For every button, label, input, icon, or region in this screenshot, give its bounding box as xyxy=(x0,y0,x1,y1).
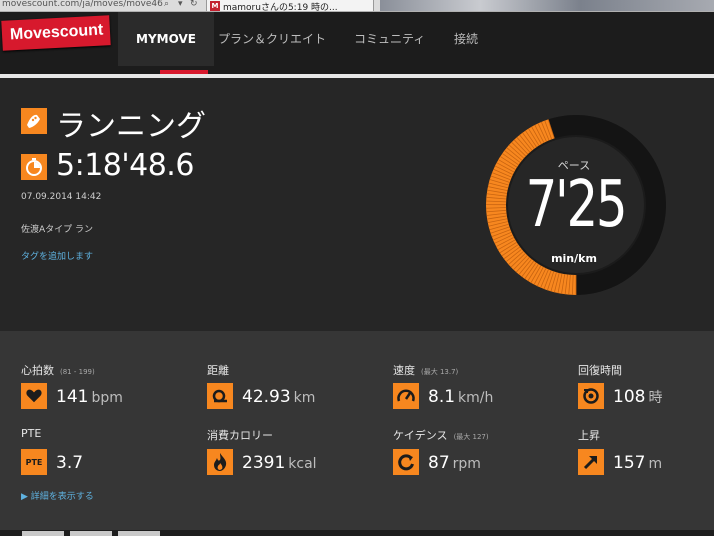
bottom-strip xyxy=(0,530,714,536)
tab-title: mamoruさんの5:19 時の... xyxy=(223,3,338,12)
stat-label-heart-rate: 心拍数 (81 - 199) xyxy=(21,364,95,377)
address-bar[interactable]: movescount.com/ja/moves/move46 xyxy=(2,0,163,9)
stat-value-recovery: 108 時 xyxy=(613,387,663,407)
running-shoe-icon xyxy=(21,108,47,134)
nav-community[interactable]: コミュニティ xyxy=(354,12,425,66)
stat-label-speed: 速度 (最大 13.7) xyxy=(393,364,459,377)
top-nav: Movescount MYMOVE プラン＆クリエイト コミュニティ 接続 xyxy=(0,12,714,74)
stat-value-heart-rate: 141 bpm xyxy=(56,387,123,407)
heart-icon xyxy=(21,383,47,409)
browser-background xyxy=(380,0,714,11)
move-location: 佐渡Aタイプ ラン xyxy=(21,225,94,235)
pte-icon: PTE xyxy=(21,449,47,475)
pace-unit: min/km xyxy=(551,252,597,265)
flame-icon xyxy=(207,449,233,475)
stopwatch-icon xyxy=(21,154,47,180)
browser-tab[interactable]: M mamoruさんの5:19 時の... xyxy=(206,0,374,12)
movescount-logo[interactable]: Movescount xyxy=(1,15,111,51)
speedometer-icon xyxy=(393,383,419,409)
stat-label-recovery: 回復時間 xyxy=(578,364,622,377)
stat-label-cadence: ケイデンス (最大 127) xyxy=(393,429,489,442)
stat-label-ascent: 上昇 xyxy=(578,429,600,442)
bottom-tab[interactable] xyxy=(118,531,160,536)
bottom-tab[interactable] xyxy=(22,531,64,536)
ascent-arrow-icon xyxy=(578,449,604,475)
stat-value-pte: 3.7 xyxy=(56,453,84,473)
nav-plan-create[interactable]: プラン＆クリエイト xyxy=(218,12,326,66)
duration: 5:18'48.6 xyxy=(56,148,194,183)
recovery-icon xyxy=(578,383,604,409)
move-datetime: 07.09.2014 14:42 xyxy=(21,192,102,202)
stat-value-ascent: 157 m xyxy=(613,453,663,473)
stat-value-distance: 42.93 km xyxy=(242,387,316,407)
bottom-tab[interactable] xyxy=(70,531,112,536)
dropdown-icon[interactable]: ▾ xyxy=(178,0,183,9)
favicon-icon: M xyxy=(210,1,220,11)
nav-connect[interactable]: 接続 xyxy=(454,12,478,66)
stat-value-calories: 2391 kcal xyxy=(242,453,317,473)
stat-label-distance: 距離 xyxy=(207,364,229,377)
stat-label-calories: 消費カロリー xyxy=(207,429,273,442)
refresh-icon[interactable]: ↻ xyxy=(190,0,198,9)
browser-bar: movescount.com/ja/moves/move46 ⌕ ▾ ↻ M m… xyxy=(0,0,714,12)
stat-label-pte: PTE xyxy=(21,427,42,440)
add-tag-link[interactable]: タグを追加します xyxy=(21,249,93,262)
show-details-link[interactable]: ▶ 詳細を表示する xyxy=(21,489,94,502)
nav-mymove[interactable]: MYMOVE xyxy=(118,12,214,66)
stat-value-cadence: 87 rpm xyxy=(428,453,481,473)
distance-icon xyxy=(207,383,233,409)
sport-title: ランニング xyxy=(56,109,206,144)
cadence-icon xyxy=(393,449,419,475)
search-icon[interactable]: ⌕ xyxy=(164,0,169,9)
pace-value: 7'25 xyxy=(525,168,628,242)
stat-value-speed: 8.1 km/h xyxy=(428,387,494,407)
